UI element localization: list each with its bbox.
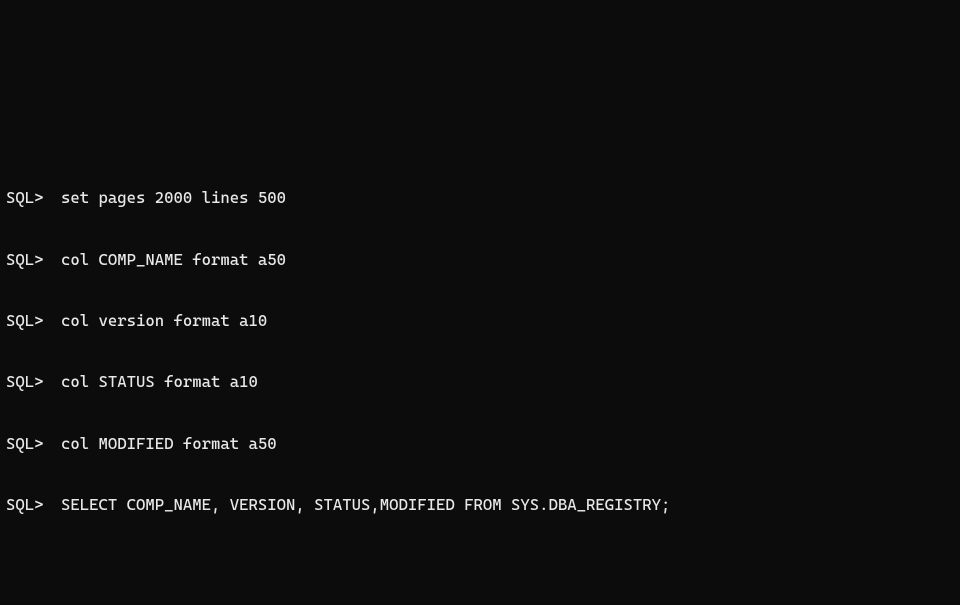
sql-command: col STATUS format a10 [61,372,258,391]
sql-command: col version format a10 [61,311,267,330]
sql-command-line: SQL>col MODIFIED format a50 [6,434,954,454]
sql-command-line: SQL>col version format a10 [6,311,954,331]
sql-prompt: SQL> [6,250,61,270]
sql-command: set pages 2000 lines 500 [61,188,286,207]
sql-command: col COMP_NAME format a50 [61,250,286,269]
sql-command-line: SQL>SELECT COMP_NAME, VERSION, STATUS,MO… [6,495,954,515]
blank-line [6,577,954,597]
terminal-output[interactable]: SQL>set pages 2000 lines 500 SQL>col COM… [0,102,960,605]
sql-prompt: SQL> [6,495,61,515]
sql-command: SELECT COMP_NAME, VERSION, STATUS,MODIFI… [61,495,670,514]
sql-prompt: SQL> [6,311,61,331]
sql-command-line: SQL>col STATUS format a10 [6,372,954,392]
sql-command-line: SQL>col COMP_NAME format a50 [6,250,954,270]
sql-prompt: SQL> [6,188,61,208]
sql-command: col MODIFIED format a50 [61,434,277,453]
sql-command-line: SQL>set pages 2000 lines 500 [6,188,954,208]
sql-prompt: SQL> [6,372,61,392]
sql-prompt: SQL> [6,434,61,454]
